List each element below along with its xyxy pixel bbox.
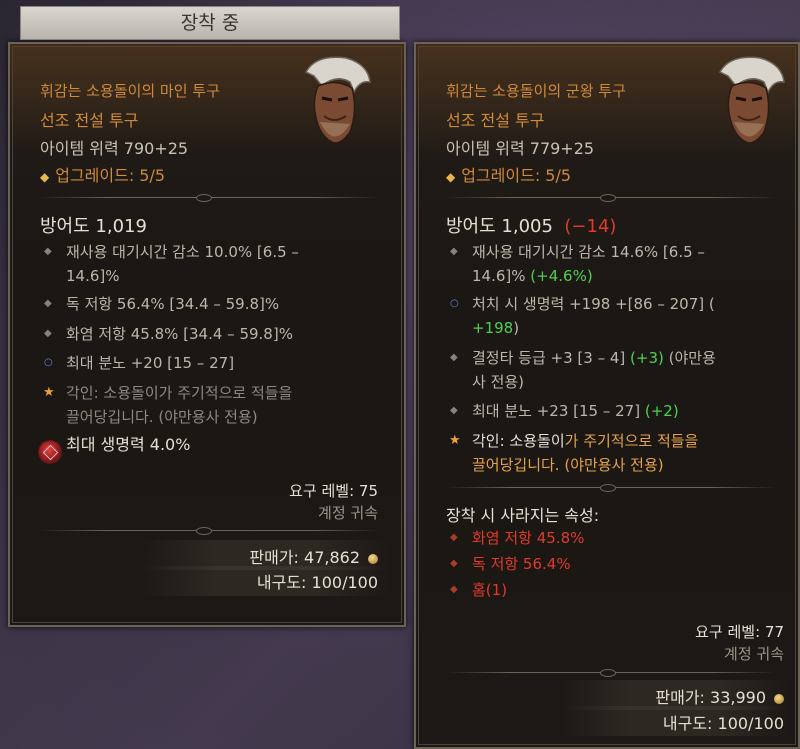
gold-coin-icon <box>368 553 378 564</box>
divider-ornament <box>196 194 212 202</box>
required-level: 요구 레벨: 75 <box>289 482 378 500</box>
aspect-text: ★ 각인: 소용돌이가 주기적으로 적들을 끌어당깁니다. (야만용사 전용) <box>43 381 384 429</box>
account-bound: 계정 귀속 <box>724 645 784 663</box>
durability: 내구도: 100/100 <box>256 573 378 592</box>
item-name: 휘감는 소용돌이의 마인 투구 <box>40 82 220 100</box>
lost-properties-header: 장착 시 사라지는 속성: <box>446 506 600 525</box>
item-type: 선조 전설 투구 <box>40 111 139 130</box>
equipped-tab: 장착 중 <box>20 6 400 40</box>
lost-affix: ◆ 화염 저항 45.8% <box>450 529 585 547</box>
helm-icon <box>718 56 785 144</box>
aspect-text: ★ 각인: 소용돌이가 주기적으로 적들을 끌어당깁니다. (야만용사 전용) <box>449 429 780 477</box>
socket-bonus: 최대 생명력 4.0% <box>66 435 191 454</box>
armor-value: 방어도 1,019 <box>40 216 147 237</box>
armor-value: 방어도 1,005 (−14) <box>446 216 617 237</box>
stat-diff: (+2) <box>644 402 679 420</box>
lost-affix: ◆ 독 저항 56.4% <box>450 555 571 573</box>
upgrade-diamond-icon: ◆ <box>40 170 50 184</box>
account-bound: 계정 귀속 <box>318 504 378 522</box>
divider-ornament <box>600 194 616 202</box>
armor-diff: (−14) <box>564 216 617 237</box>
sell-value: 판매가: 47,862 <box>180 544 378 568</box>
stat-diff: (+3) <box>630 349 664 367</box>
stat-diff: (+4.6%) <box>530 267 593 285</box>
affix-cooldown: ◆ 재사용 대기시간 감소 10.0% [6.5 –14.6]% <box>44 243 299 285</box>
affix-poison-res: ◆ 독 저항 56.4% [34.4 – 59.8]% <box>44 295 280 313</box>
upgrade-diamond-icon: ◆ <box>446 170 456 184</box>
upgrade-status: ◆ 업그레이드: 5/5 <box>446 166 572 185</box>
divider-ornament <box>196 527 212 535</box>
aspect-star-icon: ★ <box>43 385 55 400</box>
lost-affix: ◆ 홈(1) <box>450 581 508 599</box>
divider-ornament <box>600 484 616 492</box>
item-power: 아이템 위력 779+25 <box>446 139 595 158</box>
item-power: 아이템 위력 790+25 <box>40 139 189 158</box>
item-type: 선조 전설 투구 <box>446 111 545 130</box>
durability: 내구도: 100/100 <box>662 714 784 733</box>
affix-crit-rank: ◆ 결정타 등급 +3 [3 – 4] (+3) (야만용 사 전용) <box>450 349 716 391</box>
affix-cooldown: ◆ 재사용 대기시간 감소 14.6% [6.5 –14.6]% (+4.6%) <box>450 243 705 285</box>
affix-max-fury: ○ 최대 분노 +20 [15 – 27] <box>44 354 235 372</box>
upgrade-status: ◆ 업그레이드: 5/5 <box>40 166 166 185</box>
affix-fire-res: ◆ 화염 저항 45.8% [34.4 – 59.8]% <box>44 325 293 343</box>
helm-icon <box>304 56 371 144</box>
required-level: 요구 레벨: 77 <box>695 623 784 641</box>
gold-coin-icon <box>774 693 784 704</box>
item-name: 휘감는 소용돌이의 군왕 투구 <box>446 82 626 100</box>
sell-value: 판매가: 33,990 <box>580 684 784 708</box>
divider-ornament <box>600 669 616 677</box>
stat-diff: +198 <box>472 319 514 337</box>
affix-max-fury: ◆ 최대 분노 +23 [15 – 27] (+2) <box>450 402 679 420</box>
aspect-star-icon: ★ <box>449 433 461 448</box>
affix-life-on-kill: ○ 처치 시 생명력 +198 +[86 – 207] (+198) <box>450 295 715 337</box>
